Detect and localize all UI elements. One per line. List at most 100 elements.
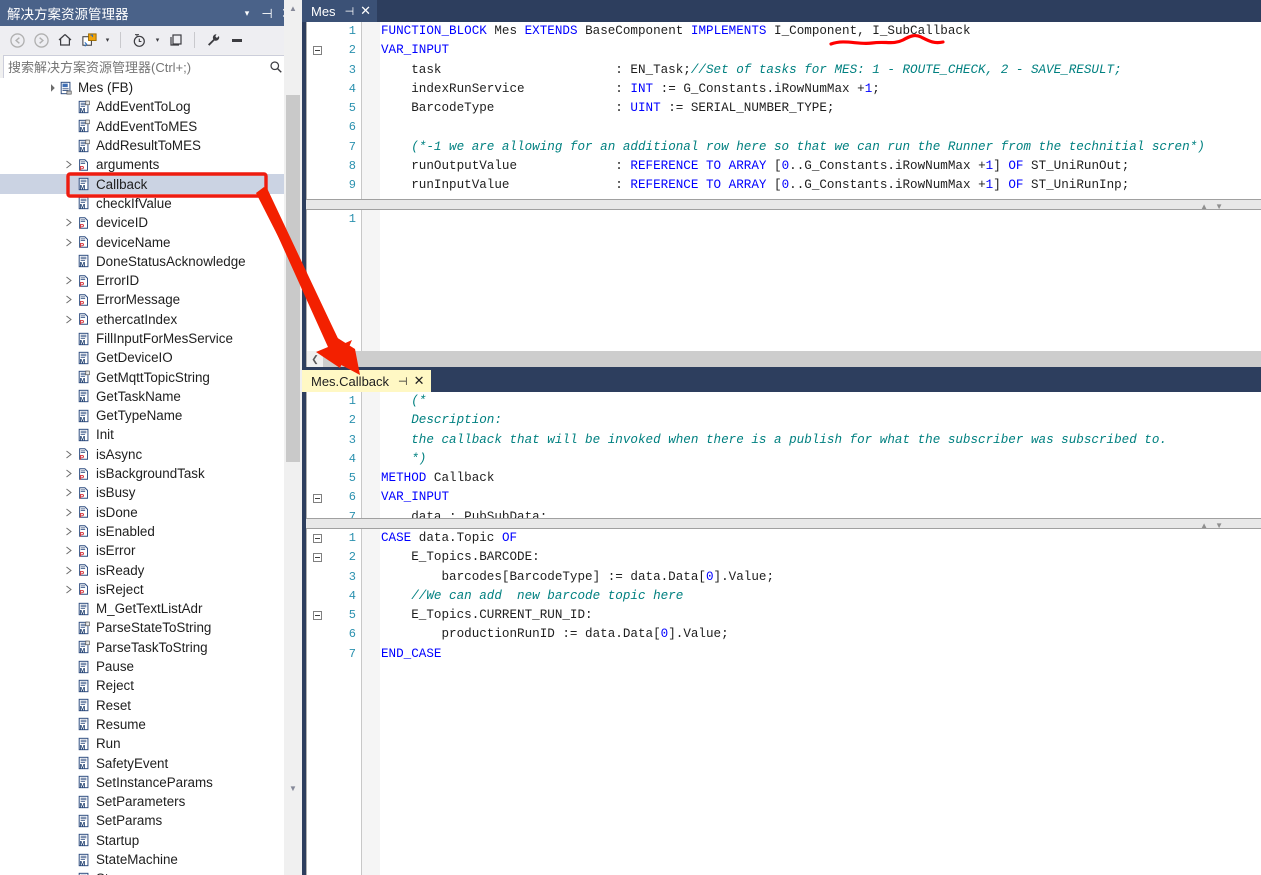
- tree-vertical-scrollbar[interactable]: ▲ ▼: [284, 0, 302, 797]
- editor-splitter-bottom[interactable]: ▲ ▼: [306, 518, 1261, 530]
- chevron-collapsed-icon[interactable]: [62, 445, 75, 464]
- code-line[interactable]: Description:: [381, 411, 1261, 430]
- tree-item-isready[interactable]: PisReady: [0, 560, 284, 579]
- collapse-all-icon[interactable]: [226, 29, 248, 51]
- back-icon[interactable]: [6, 29, 28, 51]
- implementation-editor-top[interactable]: 1 ❮: [306, 210, 1261, 367]
- chevron-collapsed-icon[interactable]: [62, 464, 75, 483]
- tree-item-ethercatindex[interactable]: PethercatIndex: [0, 310, 284, 329]
- tree-item-mes-fb-[interactable]: ◢ Mes (FB): [0, 78, 284, 97]
- forward-icon[interactable]: [30, 29, 52, 51]
- code-line[interactable]: VAR_INPUT: [381, 41, 1261, 60]
- tree-item-m-gettextlistadr[interactable]: M M_GetTextListAdr: [0, 599, 284, 618]
- tree-item-reset[interactable]: M Reset: [0, 696, 284, 715]
- editor-splitter-top[interactable]: ▲ ▼: [306, 199, 1261, 211]
- scrollbar-thumb[interactable]: [286, 95, 300, 462]
- tree-item-getmqtttopicstring[interactable]: M GetMqttTopicString: [0, 367, 284, 386]
- tab-mes[interactable]: Mes ⊣ ✕: [302, 0, 378, 22]
- tree-item-safetyevent[interactable]: M SafetyEvent: [0, 753, 284, 772]
- search-box[interactable]: ▾: [3, 55, 299, 79]
- tree-item-addresulttomes[interactable]: M AddResultToMES: [0, 136, 284, 155]
- tree-item-isenabled[interactable]: PisEnabled: [0, 522, 284, 541]
- home-icon[interactable]: [54, 29, 76, 51]
- chevron-collapsed-icon[interactable]: [62, 271, 75, 290]
- implementation-code[interactable]: [381, 210, 1261, 367]
- refresh-icon[interactable]: [165, 29, 187, 51]
- code-line[interactable]: runOutputValue : REFERENCE TO ARRAY [0..…: [381, 157, 1261, 176]
- close-icon[interactable]: ✕: [360, 3, 371, 19]
- pin-icon[interactable]: ⊣: [345, 5, 355, 18]
- tree-item-run[interactable]: M Run: [0, 734, 284, 753]
- tree-item-setparams[interactable]: M SetParams: [0, 811, 284, 830]
- show-all-files-icon[interactable]: [128, 29, 150, 51]
- code-line[interactable]: productionRunID := data.Data[0].Value;: [381, 625, 1261, 644]
- tree-item-errormessage[interactable]: P ErrorMessage: [0, 290, 284, 309]
- tree-item-setinstanceparams[interactable]: M SetInstanceParams: [0, 773, 284, 792]
- fold-collapse-icon[interactable]: [313, 553, 322, 563]
- tree-item-init[interactable]: M Init: [0, 425, 284, 444]
- tab-mes-callback[interactable]: Mes.Callback ⊣ ✕: [302, 370, 431, 392]
- scrollbar-track[interactable]: [323, 351, 1261, 367]
- sync-with-active-document-icon[interactable]: [78, 29, 100, 51]
- code-line[interactable]: indexRunService : INT := G_Constants.iRo…: [381, 80, 1261, 99]
- tree-item-checkifvalue[interactable]: McheckIfValue: [0, 194, 284, 213]
- tree-item-statemachine[interactable]: M StateMachine: [0, 850, 284, 869]
- tree-item-reject[interactable]: M Reject: [0, 676, 284, 695]
- tree-item-stop[interactable]: MStop: [0, 869, 284, 875]
- code-line[interactable]: E_Topics.BARCODE:: [381, 548, 1261, 567]
- code-line[interactable]: END_CASE: [381, 645, 1261, 664]
- implementation-editor-bottom[interactable]: 1 2 3 4 5 6 7 CASE data.Topic OF E_Topics.BARC…: [306, 529, 1261, 875]
- code-line[interactable]: FUNCTION_BLOCK Mes EXTENDS BaseComponent…: [381, 22, 1261, 41]
- chevron-down-icon[interactable]: ▾: [237, 2, 257, 24]
- chevron-collapsed-icon[interactable]: [62, 213, 75, 232]
- code-line[interactable]: data : PubSubData;: [381, 508, 1261, 518]
- tree-item-isasync[interactable]: PisAsync: [0, 445, 284, 464]
- search-input[interactable]: [4, 58, 266, 76]
- tree-item-isbusy[interactable]: PisBusy: [0, 483, 284, 502]
- code-line[interactable]: barcodes[BarcodeType] := data.Data[0].Va…: [381, 568, 1261, 587]
- code-line[interactable]: //We can add new barcode topic here: [381, 587, 1261, 606]
- pin-icon[interactable]: ⊣: [398, 375, 408, 388]
- chevron-collapsed-icon[interactable]: [62, 580, 75, 599]
- scroll-left-arrow-icon[interactable]: ❮: [307, 351, 323, 367]
- tree-item-parsetasktostring[interactable]: M ParseTaskToString: [0, 638, 284, 657]
- horizontal-scrollbar-top[interactable]: ❮: [307, 351, 1261, 367]
- fold-collapse-icon[interactable]: [313, 493, 322, 503]
- solution-tree[interactable]: ◢ Mes (FB) M AddEventToLog M AddEventToMES M Ad…: [0, 78, 284, 875]
- chevron-collapsed-icon[interactable]: [62, 522, 75, 541]
- code-line[interactable]: runInputValue : REFERENCE TO ARRAY [0..G…: [381, 176, 1261, 195]
- tree-item-isbackgroundtask[interactable]: PisBackgroundTask: [0, 464, 284, 483]
- close-icon[interactable]: ✕: [414, 373, 425, 389]
- chevron-down-icon[interactable]: ▾: [102, 29, 113, 51]
- tree-item-callback[interactable]: M Callback: [0, 174, 284, 194]
- tree-item-errorid[interactable]: P ErrorID: [0, 271, 284, 290]
- fold-collapse-icon[interactable]: [313, 534, 322, 543]
- scroll-down-arrow-icon[interactable]: ▼: [284, 780, 302, 797]
- chevron-collapsed-icon[interactable]: [62, 290, 75, 309]
- tree-item-fillinputformesservice[interactable]: M FillInputForMesService: [0, 329, 284, 348]
- tree-item-isdone[interactable]: PisDone: [0, 503, 284, 522]
- tree-item-isreject[interactable]: PisReject: [0, 580, 284, 599]
- declaration-editor-bottom[interactable]: 12345678 (* Description: the callback th…: [306, 392, 1261, 518]
- chevron-collapsed-icon[interactable]: [62, 155, 75, 174]
- tree-item-deviceid[interactable]: PdeviceID: [0, 213, 284, 232]
- code-line[interactable]: METHOD Callback: [381, 469, 1261, 488]
- fold-gutter[interactable]: [307, 210, 329, 367]
- tree-item-resume[interactable]: M Resume: [0, 715, 284, 734]
- tree-item-addeventtolog[interactable]: M AddEventToLog: [0, 97, 284, 116]
- code-line[interactable]: [381, 210, 1261, 229]
- properties-wrench-icon[interactable]: [202, 29, 224, 51]
- declaration-code[interactable]: FUNCTION_BLOCK Mes EXTENDS BaseComponent…: [381, 22, 1261, 210]
- declaration-editor-top[interactable]: 1234567891011 FUNCTION_BLOCK Mes EXTENDS…: [306, 22, 1261, 210]
- chevron-collapsed-icon[interactable]: [62, 310, 75, 329]
- code-line[interactable]: VAR_INPUT: [381, 488, 1261, 507]
- tree-item-gettaskname[interactable]: M GetTaskName: [0, 387, 284, 406]
- chevron-down-icon[interactable]: ▾: [152, 29, 163, 51]
- tree-item-arguments[interactable]: Parguments: [0, 155, 284, 174]
- tree-item-addeventtomes[interactable]: M AddEventToMES: [0, 117, 284, 136]
- tree-item-parsestatetostring[interactable]: M ParseStateToString: [0, 618, 284, 637]
- chevron-collapsed-icon[interactable]: [62, 233, 75, 252]
- pin-icon[interactable]: ⊣: [257, 2, 277, 24]
- code-line[interactable]: BarcodeType : UINT := SERIAL_NUMBER_TYPE…: [381, 99, 1261, 118]
- tree-item-getdeviceio[interactable]: M GetDeviceIO: [0, 348, 284, 367]
